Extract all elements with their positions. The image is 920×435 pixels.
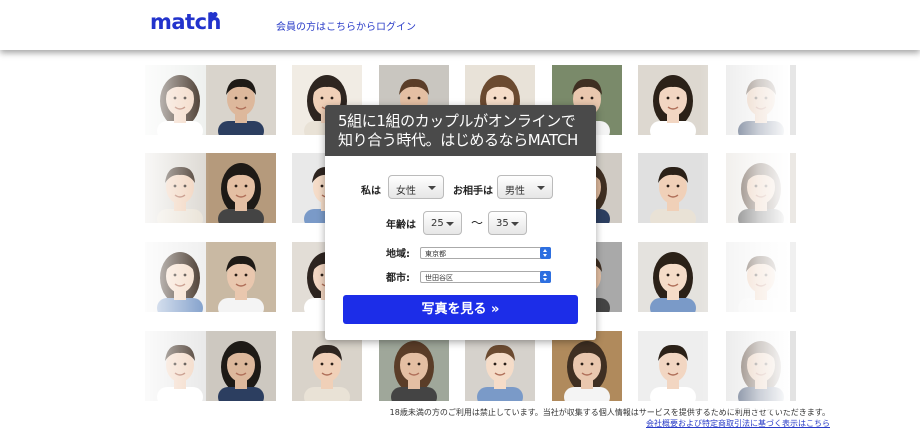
profile-photo	[206, 65, 276, 135]
region-label: 地域:	[386, 249, 410, 260]
profile-photo	[638, 242, 708, 312]
age-min-value: 25	[431, 218, 444, 229]
chevron-down-icon	[428, 186, 436, 190]
city-label: 都市:	[386, 273, 410, 284]
age-min-select[interactable]: 25	[423, 211, 462, 235]
partner-gender-value: 男性	[505, 186, 525, 197]
age-separator: 〜	[471, 216, 484, 230]
login-link[interactable]: 会員の方はこちらからログイン	[276, 18, 416, 33]
me-label: 私は	[361, 186, 381, 197]
company-info-link[interactable]: 会社概要および特定商取引法に基づく表示はこちら	[646, 418, 830, 429]
chevron-down-icon	[511, 222, 519, 226]
profile-photo	[465, 331, 535, 401]
my-gender-select[interactable]: 女性	[388, 175, 444, 199]
headline-line-1: 5組に1組のカップルがオンラインで	[338, 112, 576, 130]
age-max-value: 35	[496, 218, 509, 229]
headline-line-2: 知り合う時代。はじめるならMATCH	[338, 131, 578, 149]
profile-photo	[638, 65, 708, 135]
chevron-down-icon	[446, 222, 454, 226]
view-photos-button[interactable]: 写真を見る »	[343, 295, 578, 324]
profile-photo	[206, 153, 276, 223]
grid-fade-left	[120, 60, 210, 410]
my-gender-value: 女性	[396, 186, 416, 197]
search-panel: 5組に1組のカップルがオンラインで 知り合う時代。はじめるならMATCH 私は …	[325, 105, 596, 340]
age-max-select[interactable]: 35	[488, 211, 527, 235]
city-value: 世田谷区	[425, 274, 453, 282]
profile-photo	[638, 153, 708, 223]
heart-icon	[208, 12, 218, 20]
region-value: 東京都	[425, 250, 446, 258]
panel-headline: 5組に1組のカップルがオンラインで 知り合う時代。はじめるならMATCH	[325, 105, 596, 156]
profile-photo	[638, 331, 708, 401]
partner-label: お相手は	[453, 186, 493, 197]
chevron-down-icon	[537, 186, 545, 190]
profile-photo	[206, 242, 276, 312]
site-header: match 会員の方はこちらからログイン	[0, 0, 920, 50]
region-dropdown[interactable]: 東京都	[420, 247, 551, 259]
grid-fade-right	[700, 60, 790, 410]
updown-arrows-icon	[540, 247, 551, 259]
city-dropdown[interactable]: 世田谷区	[420, 271, 551, 283]
profile-photo	[292, 331, 362, 401]
profile-photo	[552, 331, 622, 401]
updown-arrows-icon	[540, 271, 551, 283]
profile-photo	[206, 331, 276, 401]
profile-photo	[379, 331, 449, 401]
age-label: 年齢は	[386, 220, 416, 231]
partner-gender-select[interactable]: 男性	[497, 175, 553, 199]
